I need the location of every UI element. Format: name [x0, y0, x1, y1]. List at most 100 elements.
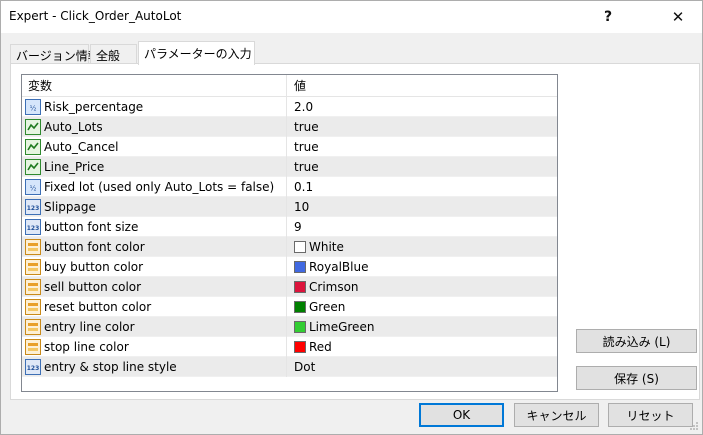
parameter-value: Red [309, 340, 332, 354]
color-swatch [294, 281, 306, 293]
parameter-value: Green [309, 300, 346, 314]
tab-input-parameters[interactable]: パラメーターの入力 [138, 41, 255, 65]
parameter-name: sell button color [44, 280, 142, 294]
parameter-name-cell[interactable]: button font color [22, 237, 287, 257]
parameter-name-cell[interactable]: stop line color [22, 337, 287, 357]
parameter-name-cell[interactable]: ½ Risk_percentage [22, 97, 287, 117]
parameter-name: buy button color [44, 260, 144, 274]
parameter-value-cell[interactable]: 9 [287, 217, 557, 237]
parameter-row[interactable]: 123 button font size 9 [22, 217, 557, 237]
color-swatch [294, 341, 306, 353]
grid-header: 変数 値 [22, 75, 557, 97]
parameter-row[interactable]: 123 entry & stop line style Dot [22, 357, 557, 377]
parameter-name-cell[interactable]: entry line color [22, 317, 287, 337]
color-param-icon [25, 319, 41, 335]
parameter-value-cell[interactable]: Red [287, 337, 557, 357]
parameter-row[interactable]: button font color White [22, 237, 557, 257]
parameter-value-cell[interactable]: true [287, 137, 557, 157]
parameter-value: White [309, 240, 344, 254]
parameter-name-cell[interactable]: buy button color [22, 257, 287, 277]
header-variable[interactable]: 変数 [22, 75, 287, 97]
parameter-name-cell[interactable]: 123 button font size [22, 217, 287, 237]
parameter-name: Fixed lot (used only Auto_Lots = false) [44, 180, 275, 194]
parameter-value: true [294, 160, 319, 174]
parameter-value: RoyalBlue [309, 260, 369, 274]
parameter-value: 0.1 [294, 180, 314, 194]
parameter-row[interactable]: sell button color Crimson [22, 277, 557, 297]
parameter-name: reset button color [44, 300, 152, 314]
bool-param-icon [25, 139, 41, 155]
color-swatch [294, 301, 306, 313]
parameter-value-cell[interactable]: 10 [287, 197, 557, 217]
reset-button[interactable]: リセット [608, 403, 693, 427]
parameter-row[interactable]: Line_Price true [22, 157, 557, 177]
bool-param-icon [25, 159, 41, 175]
parameter-value-cell[interactable]: true [287, 157, 557, 177]
parameter-name: button font size [44, 220, 139, 234]
parameter-name: Slippage [44, 200, 96, 214]
bool-param-icon [25, 119, 41, 135]
parameter-name-cell[interactable]: Auto_Cancel [22, 137, 287, 157]
parameter-value: true [294, 140, 319, 154]
parameter-row[interactable]: reset button color Green [22, 297, 557, 317]
parameter-value-cell[interactable]: LimeGreen [287, 317, 557, 337]
color-param-icon [25, 339, 41, 355]
parameter-value: 2.0 [294, 100, 314, 114]
parameter-name-cell[interactable]: 123 Slippage [22, 197, 287, 217]
parameter-name: Line_Price [44, 160, 105, 174]
double-param-icon: ½ [25, 179, 41, 195]
parameter-value: true [294, 120, 319, 134]
window-title: Expert - Click_Order_AutoLot [9, 9, 182, 23]
load-button[interactable]: 読み込み (L) [576, 329, 697, 353]
svg-text:½: ½ [30, 185, 37, 193]
parameters-panel: 変数 値 ½ Risk_percentage 2.0 Auto_Lots true Aut… [10, 63, 700, 400]
parameters-grid: 変数 値 ½ Risk_percentage 2.0 Auto_Lots true Aut… [21, 74, 558, 392]
cancel-button[interactable]: キャンセル [514, 403, 599, 427]
parameter-value-cell[interactable]: Crimson [287, 277, 557, 297]
svg-text:½: ½ [30, 105, 37, 113]
parameter-value-cell[interactable]: RoyalBlue [287, 257, 557, 277]
parameter-value-cell[interactable]: White [287, 237, 557, 257]
help-button[interactable]: ? [585, 1, 631, 33]
parameter-row[interactable]: 123 Slippage 10 [22, 197, 557, 217]
save-button[interactable]: 保存 (S) [576, 366, 697, 390]
tab-version-info[interactable]: バージョン情報 [10, 44, 100, 64]
parameter-name: Auto_Cancel [44, 140, 119, 154]
color-swatch [294, 321, 306, 333]
parameter-name-cell[interactable]: Line_Price [22, 157, 287, 177]
parameter-value-cell[interactable]: true [287, 117, 557, 137]
parameter-name-cell[interactable]: ½ Fixed lot (used only Auto_Lots = false) [22, 177, 287, 197]
parameter-row[interactable]: stop line color Red [22, 337, 557, 357]
int-param-icon: 123 [25, 359, 41, 375]
parameter-value-cell[interactable]: Green [287, 297, 557, 317]
tab-general[interactable]: 全般 [90, 44, 137, 64]
parameter-row[interactable]: ½ Risk_percentage 2.0 [22, 97, 557, 117]
parameter-row[interactable]: ½ Fixed lot (used only Auto_Lots = false)… [22, 177, 557, 197]
parameter-value-cell[interactable]: Dot [287, 357, 557, 377]
parameter-name-cell[interactable]: reset button color [22, 297, 287, 317]
int-param-icon: 123 [25, 219, 41, 235]
parameter-row[interactable]: buy button color RoyalBlue [22, 257, 557, 277]
parameter-row[interactable]: Auto_Lots true [22, 117, 557, 137]
resize-grip-icon[interactable] [689, 421, 699, 431]
parameter-value: Dot [294, 360, 316, 374]
svg-text:123: 123 [27, 205, 40, 212]
parameter-name-cell[interactable]: Auto_Lots [22, 117, 287, 137]
parameter-name-cell[interactable]: sell button color [22, 277, 287, 297]
parameter-value-cell[interactable]: 2.0 [287, 97, 557, 117]
parameter-name: button font color [44, 240, 145, 254]
parameter-row[interactable]: entry line color LimeGreen [22, 317, 557, 337]
color-swatch [294, 261, 306, 273]
parameter-name: entry line color [44, 320, 135, 334]
header-value[interactable]: 値 [287, 75, 557, 97]
svg-text:123: 123 [27, 365, 40, 372]
close-button[interactable]: ✕ [655, 1, 701, 33]
parameter-value: 10 [294, 200, 310, 214]
ok-button[interactable]: OK [419, 403, 504, 427]
parameter-name: Risk_percentage [44, 100, 144, 114]
parameter-value-cell[interactable]: 0.1 [287, 177, 557, 197]
parameter-name: entry & stop line style [44, 360, 177, 374]
title-bar[interactable]: Expert - Click_Order_AutoLot ? ✕ [1, 1, 702, 33]
parameter-name-cell[interactable]: 123 entry & stop line style [22, 357, 287, 377]
parameter-row[interactable]: Auto_Cancel true [22, 137, 557, 157]
